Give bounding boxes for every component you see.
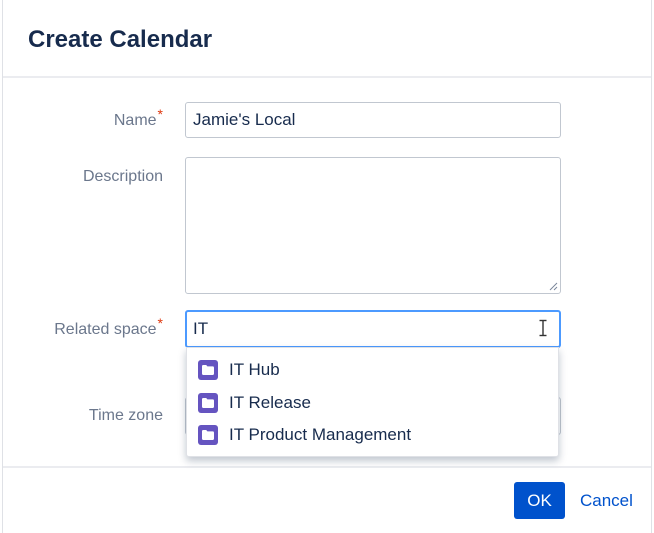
- related-space-label-text: Related space: [54, 321, 157, 338]
- create-calendar-dialog: Create Calendar Name* Description Time z…: [2, 0, 652, 533]
- suggestion-label: IT Product Management: [229, 425, 412, 444]
- suggestion-it-product-management[interactable]: IT Product Management: [187, 419, 558, 451]
- name-input[interactable]: [185, 102, 561, 138]
- description-label: Description: [82, 168, 163, 185]
- dialog-title: Create Calendar: [28, 26, 213, 53]
- time-zone-label: Time zone: [88, 407, 163, 424]
- folder-icon: [198, 393, 218, 413]
- suggestion-it-release[interactable]: IT Release: [187, 387, 558, 419]
- folder-icon: [198, 425, 218, 445]
- ok-button[interactable]: OK: [514, 482, 565, 519]
- dialog-header: Create Calendar: [3, 0, 651, 78]
- name-label: Name*: [113, 106, 163, 130]
- folder-icon: [198, 360, 218, 380]
- description-textarea[interactable]: [185, 157, 561, 294]
- suggestion-label: IT Release: [229, 393, 311, 412]
- space-suggestions-dropdown: IT Hub IT Release IT Product Management: [186, 347, 559, 457]
- related-space-label: Related space*: [54, 315, 163, 339]
- related-space-required-mark: *: [157, 315, 163, 331]
- cancel-button[interactable]: Cancel: [576, 482, 637, 519]
- related-space-input[interactable]: [185, 310, 561, 348]
- name-required-mark: *: [157, 106, 163, 122]
- resize-grip-icon[interactable]: [548, 281, 558, 291]
- name-label-text: Name: [113, 112, 157, 129]
- text-cursor-icon: [539, 319, 547, 337]
- suggestion-label: IT Hub: [229, 360, 280, 379]
- suggestion-it-hub[interactable]: IT Hub: [187, 354, 558, 386]
